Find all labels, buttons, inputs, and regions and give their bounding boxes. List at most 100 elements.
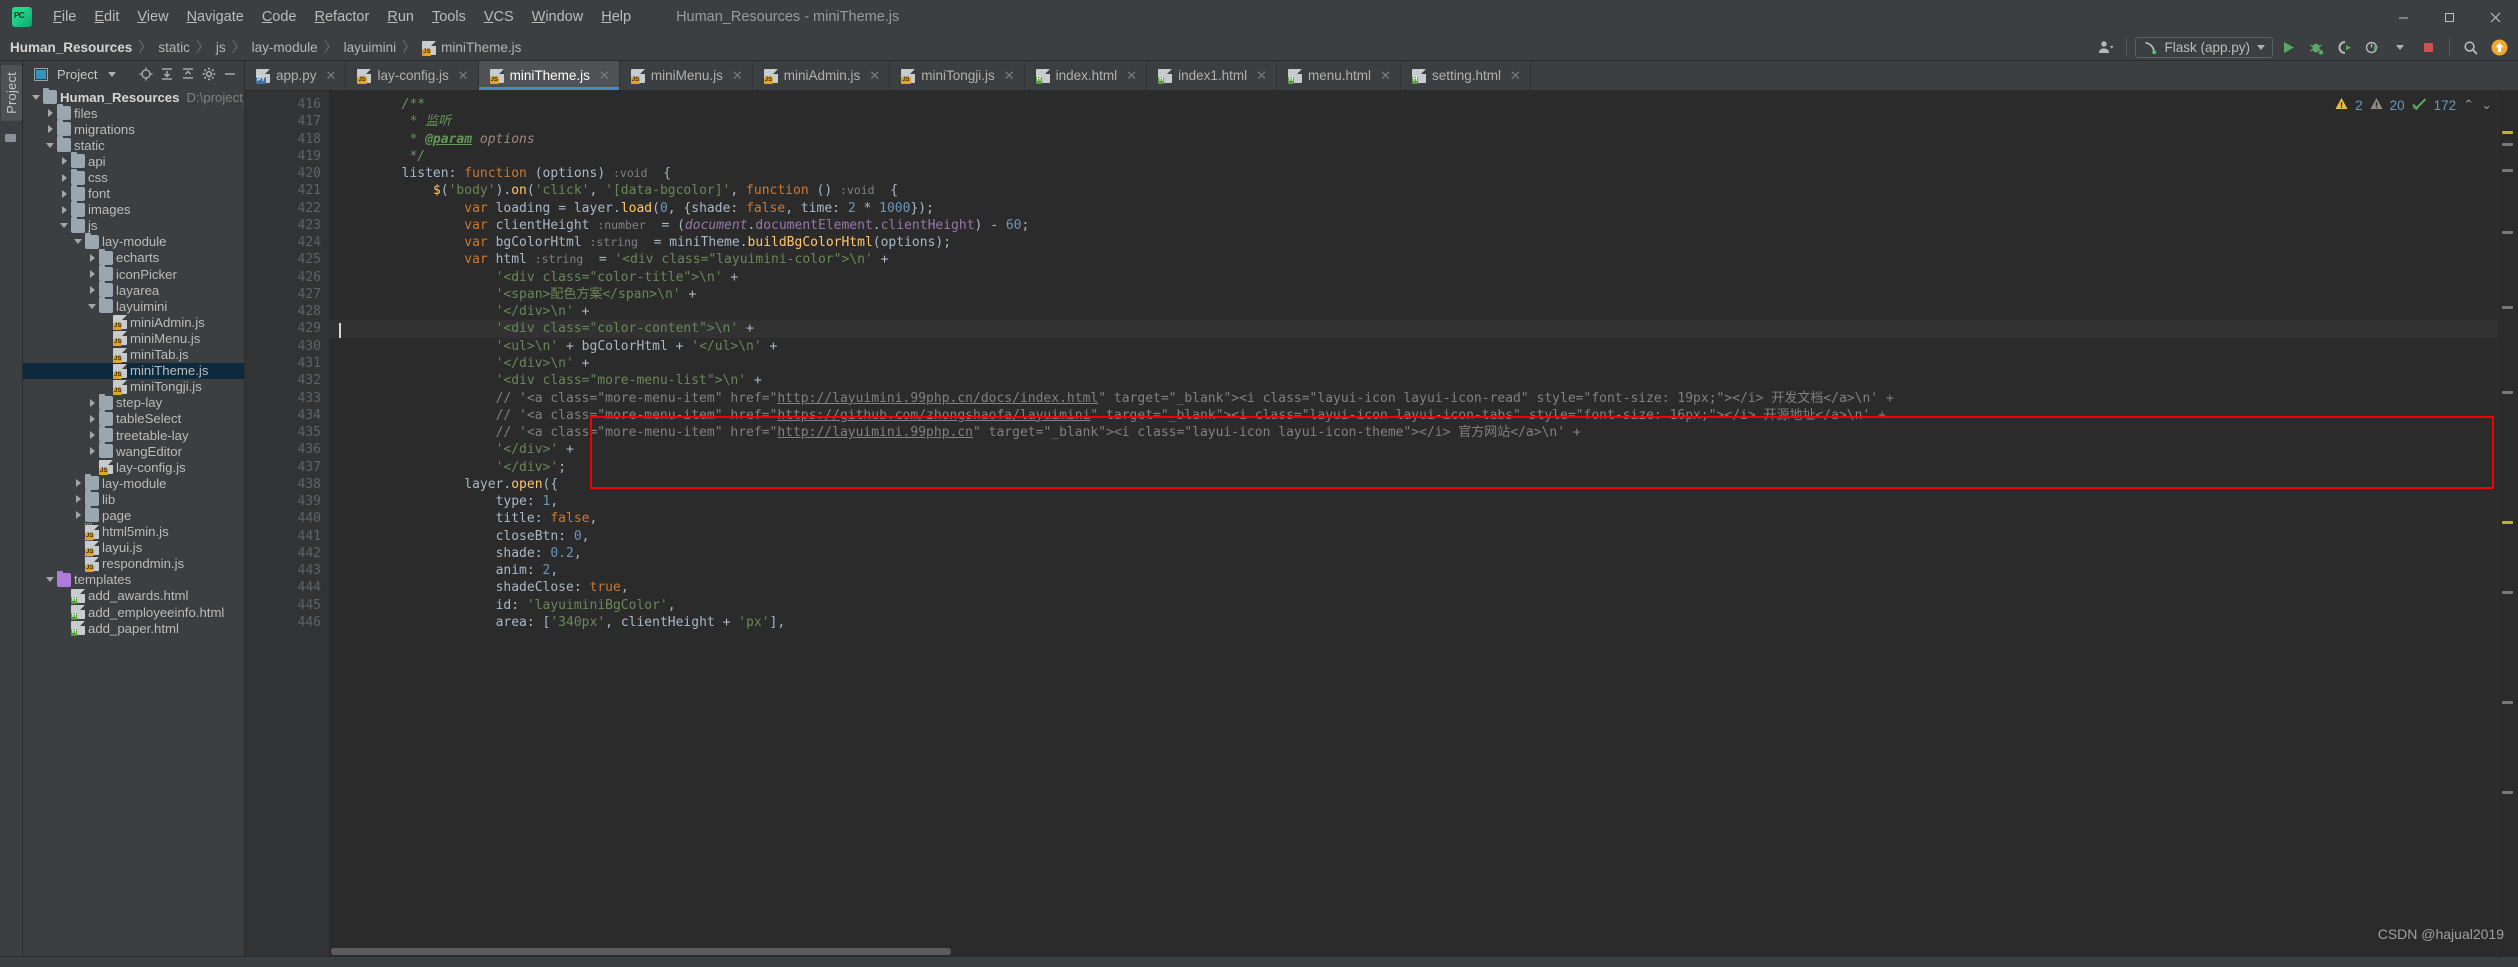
- stop-icon[interactable]: [2415, 36, 2441, 60]
- code-line[interactable]: // '<a class="more-menu-item" href="http…: [329, 390, 2497, 407]
- editor-tab-lay-config-js[interactable]: JS lay-config.js ✕: [346, 61, 479, 90]
- code-line[interactable]: area: ['340px', clientHeight + 'px'],: [329, 614, 2497, 631]
- tree-node-wangeditor[interactable]: wangEditor: [23, 442, 244, 459]
- expand-all-icon[interactable]: [156, 64, 177, 84]
- code-line[interactable]: '</div>\n' +: [329, 303, 2497, 320]
- editor-tab-minitongji-js[interactable]: JS miniTongji.js ✕: [890, 61, 1025, 90]
- line-number[interactable]: 432: [245, 372, 329, 389]
- menu-item-code[interactable]: Code: [253, 6, 306, 28]
- tree-node-layarea[interactable]: layarea: [23, 281, 244, 298]
- code-line[interactable]: '<div class="more-menu-list">\n' +: [329, 372, 2497, 389]
- menu-item-refactor[interactable]: Refactor: [306, 6, 379, 28]
- tree-node-css[interactable]: css: [23, 168, 244, 185]
- code-line[interactable]: layer.open({: [329, 476, 2497, 493]
- line-number[interactable]: 444: [245, 579, 329, 596]
- warning-marker[interactable]: [2502, 521, 2513, 524]
- line-number[interactable]: 445: [245, 597, 329, 614]
- chevron-right-icon[interactable]: [85, 398, 99, 407]
- chevron-right-icon[interactable]: [85, 253, 99, 262]
- tree-node-lay-module[interactable]: lay-module: [23, 474, 244, 491]
- line-number[interactable]: 425: [245, 251, 329, 268]
- tree-node-migrations[interactable]: migrations: [23, 120, 244, 137]
- weak-warning-marker[interactable]: [2502, 701, 2513, 704]
- chevron-right-icon[interactable]: [57, 205, 71, 214]
- code-line[interactable]: anim: 2,: [329, 562, 2497, 579]
- chevron-right-icon[interactable]: [57, 189, 71, 198]
- line-number[interactable]: 424: [245, 234, 329, 251]
- debug-icon[interactable]: [2303, 36, 2329, 60]
- line-number[interactable]: 437: [245, 459, 329, 476]
- tree-node-echarts[interactable]: echarts: [23, 248, 244, 266]
- menu-item-edit[interactable]: Edit: [85, 6, 128, 28]
- run-with-coverage-icon[interactable]: [2331, 36, 2357, 60]
- code-line[interactable]: var bgColorHtml :string = miniTheme.buil…: [329, 234, 2497, 251]
- inspection-widget[interactable]: 2 20 172 ⌃ ⌄: [2335, 97, 2492, 113]
- next-problem-icon[interactable]: ⌄: [2481, 97, 2492, 113]
- tree-node-minitongji-js[interactable]: JS miniTongji.js: [23, 379, 244, 395]
- menu-item-tools[interactable]: Tools: [423, 6, 475, 28]
- tree-node-add-paper-html[interactable]: Hadd_paper.html: [23, 620, 244, 637]
- line-number[interactable]: 429: [245, 320, 329, 337]
- line-number[interactable]: 428: [245, 303, 329, 320]
- close-tab-icon[interactable]: ✕: [1380, 68, 1391, 84]
- collapse-all-icon[interactable]: [177, 64, 198, 84]
- chevron-right-icon[interactable]: [85, 431, 99, 440]
- line-number[interactable]: 435: [245, 424, 329, 441]
- editor-tab-app-py[interactable]: PY app.py ✕: [245, 61, 347, 90]
- user-avatar-icon[interactable]: [2092, 36, 2118, 60]
- close-tab-icon[interactable]: ✕: [326, 68, 337, 84]
- line-number[interactable]: 438: [245, 476, 351, 493]
- menu-item-help[interactable]: Help: [592, 6, 640, 28]
- weak-warning-marker[interactable]: [2502, 143, 2513, 146]
- chevron-right-icon[interactable]: [85, 447, 99, 456]
- tree-node-human-resources[interactable]: Human_Resources D:\project_code\H: [23, 88, 244, 105]
- breadcrumb-item-js[interactable]: js: [216, 40, 226, 55]
- warning-marker[interactable]: [2502, 131, 2513, 134]
- code-line[interactable]: var clientHeight :number = (document.doc…: [329, 217, 2497, 234]
- line-number[interactable]: 446: [245, 614, 329, 631]
- close-tab-icon[interactable]: ✕: [1126, 68, 1137, 84]
- chevron-right-icon[interactable]: [57, 173, 71, 182]
- weak-warning-marker[interactable]: [2502, 391, 2513, 394]
- chevron-down-icon[interactable]: [2387, 36, 2413, 60]
- close-tab-icon[interactable]: ✕: [1004, 68, 1015, 84]
- tree-node-js[interactable]: js: [23, 216, 244, 234]
- tree-node-files[interactable]: files: [23, 104, 244, 121]
- tree-node-images[interactable]: images: [23, 200, 244, 218]
- line-number[interactable]: 421: [245, 182, 351, 199]
- tree-node-treetable-lay[interactable]: treetable-lay: [23, 426, 244, 443]
- code-line[interactable]: '</div>\n' +: [329, 355, 2497, 372]
- line-number-gutter[interactable]: 416 417 418 419 420 421 422 423 424 425 426 427 428 4…: [245, 91, 351, 956]
- code-line[interactable]: '<div class="color-content">\n' +: [329, 320, 2497, 338]
- code-line[interactable]: * @param options: [329, 131, 2497, 148]
- menu-item-view[interactable]: View: [128, 6, 177, 28]
- tree-node-layuimini[interactable]: layuimini: [23, 297, 244, 314]
- tree-node-minitheme-js[interactable]: JS miniTheme.js: [23, 362, 244, 379]
- tree-node-lay-config-js[interactable]: JS lay-config.js: [23, 459, 244, 476]
- chevron-right-icon[interactable]: [57, 157, 71, 166]
- code-line[interactable]: closeBtn: 0,: [329, 528, 2497, 545]
- editor-tab-menu-html[interactable]: Hmenu.html ✕: [1277, 61, 1401, 90]
- line-number[interactable]: 427: [245, 286, 329, 303]
- structure-icon[interactable]: [4, 131, 18, 149]
- weak-warning-marker[interactable]: [2502, 169, 2513, 172]
- line-number[interactable]: 442: [245, 545, 329, 562]
- code-line[interactable]: var html :string = '<div class="layuimin…: [329, 251, 2497, 268]
- close-tab-icon[interactable]: ✕: [458, 68, 469, 84]
- chevron-down-icon[interactable]: [57, 223, 71, 229]
- code-line[interactable]: '<ul>\n' + bgColorHtml + '</ul>\n' +: [329, 338, 2497, 355]
- update-project-icon[interactable]: [2486, 36, 2512, 60]
- run-icon[interactable]: [2275, 36, 2301, 60]
- code-line[interactable]: /**: [329, 96, 2497, 113]
- code-content[interactable]: /** * 监听 * @param options */ listen: fun…: [329, 91, 2497, 956]
- editor-tab-setting-html[interactable]: Hsetting.html ✕: [1401, 61, 1531, 90]
- editor-tab-index1-html[interactable]: Hindex1.html ✕: [1147, 61, 1278, 90]
- close-tab-icon[interactable]: ✕: [1510, 68, 1521, 84]
- line-number[interactable]: 423: [245, 217, 329, 234]
- chevron-right-icon[interactable]: [71, 479, 85, 488]
- line-number[interactable]: 422: [245, 200, 329, 217]
- settings-gear-icon[interactable]: [198, 64, 219, 84]
- tree-node-tableselect[interactable]: tableSelect: [23, 409, 244, 427]
- code-line[interactable]: id: 'layuiminiBgColor',: [329, 597, 2497, 614]
- close-tab-icon[interactable]: ✕: [1256, 68, 1267, 84]
